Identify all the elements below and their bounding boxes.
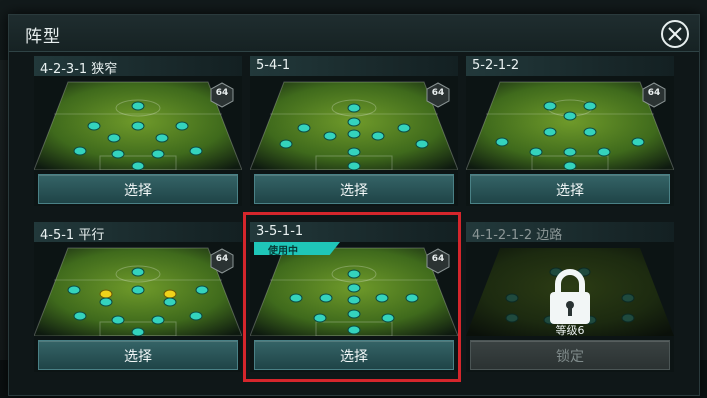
team-rating-badge: 64 bbox=[210, 82, 234, 108]
team-rating-badge: 64 bbox=[642, 82, 666, 108]
select-button[interactable]: 选择 bbox=[470, 174, 670, 204]
pitch-preview-locked: 等级6 bbox=[466, 242, 674, 336]
locked-button-label: 锁定 bbox=[556, 349, 584, 365]
select-button-label: 选择 bbox=[556, 183, 584, 199]
select-button-label: 选择 bbox=[340, 183, 368, 199]
card-header: 5-2-1-2 bbox=[466, 56, 674, 76]
dialog-title: 阵型 bbox=[25, 27, 61, 47]
formation-name: 5-2-1-2 bbox=[472, 58, 520, 73]
rating-value: 64 bbox=[431, 88, 445, 98]
locked-button: 锁定 bbox=[470, 340, 670, 370]
formation-name: 4-2-3-1 狭窄 bbox=[40, 62, 118, 77]
card-header: 4-1-2-1-2 边路 bbox=[466, 222, 674, 243]
lock-icon bbox=[546, 268, 594, 328]
card-header: 4-5-1 平行 bbox=[34, 222, 242, 243]
select-button[interactable]: 选择 bbox=[38, 340, 238, 370]
formation-card-4-5-1: 4-5-1 平行 64 选择 bbox=[34, 222, 242, 372]
formation-name: 4-5-1 平行 bbox=[40, 228, 105, 243]
formation-card-4-2-3-1: 4-2-3-1 狭窄 64 选择 bbox=[34, 56, 242, 206]
pitch-preview: 64 bbox=[34, 242, 242, 336]
select-button[interactable]: 选择 bbox=[254, 174, 454, 204]
close-button[interactable] bbox=[661, 20, 689, 48]
pitch-preview: 64 bbox=[466, 76, 674, 170]
rating-value: 64 bbox=[215, 88, 229, 98]
formation-card-5-4-1: 5-4-1 64 选择 bbox=[250, 56, 458, 206]
formation-card-5-2-1-2: 5-2-1-2 64 选择 bbox=[466, 56, 674, 206]
formation-name: 4-1-2-1-2 边路 bbox=[472, 228, 563, 243]
pitch-preview: 64 bbox=[34, 76, 242, 170]
select-button-label: 选择 bbox=[124, 183, 152, 199]
card-header: 4-2-3-1 狭窄 bbox=[34, 56, 242, 77]
select-button-label: 选择 bbox=[124, 349, 152, 365]
formation-card-4-1-2-1-2: 4-1-2-1-2 边路 等级6 锁定 bbox=[466, 222, 674, 372]
dialog-title-bar: 阵型 bbox=[9, 15, 699, 52]
team-rating-badge: 64 bbox=[210, 248, 234, 274]
pitch-preview: 64 bbox=[250, 76, 458, 170]
card-header: 5-4-1 bbox=[250, 56, 458, 76]
rating-value: 64 bbox=[215, 254, 229, 264]
select-button[interactable]: 选择 bbox=[38, 174, 238, 204]
team-rating-badge: 64 bbox=[426, 82, 450, 108]
rating-value: 64 bbox=[647, 88, 661, 98]
formation-name: 5-4-1 bbox=[256, 58, 291, 73]
selected-formation-highlight bbox=[243, 212, 461, 382]
close-icon bbox=[668, 27, 682, 41]
level-requirement: 等级6 bbox=[555, 324, 585, 336]
